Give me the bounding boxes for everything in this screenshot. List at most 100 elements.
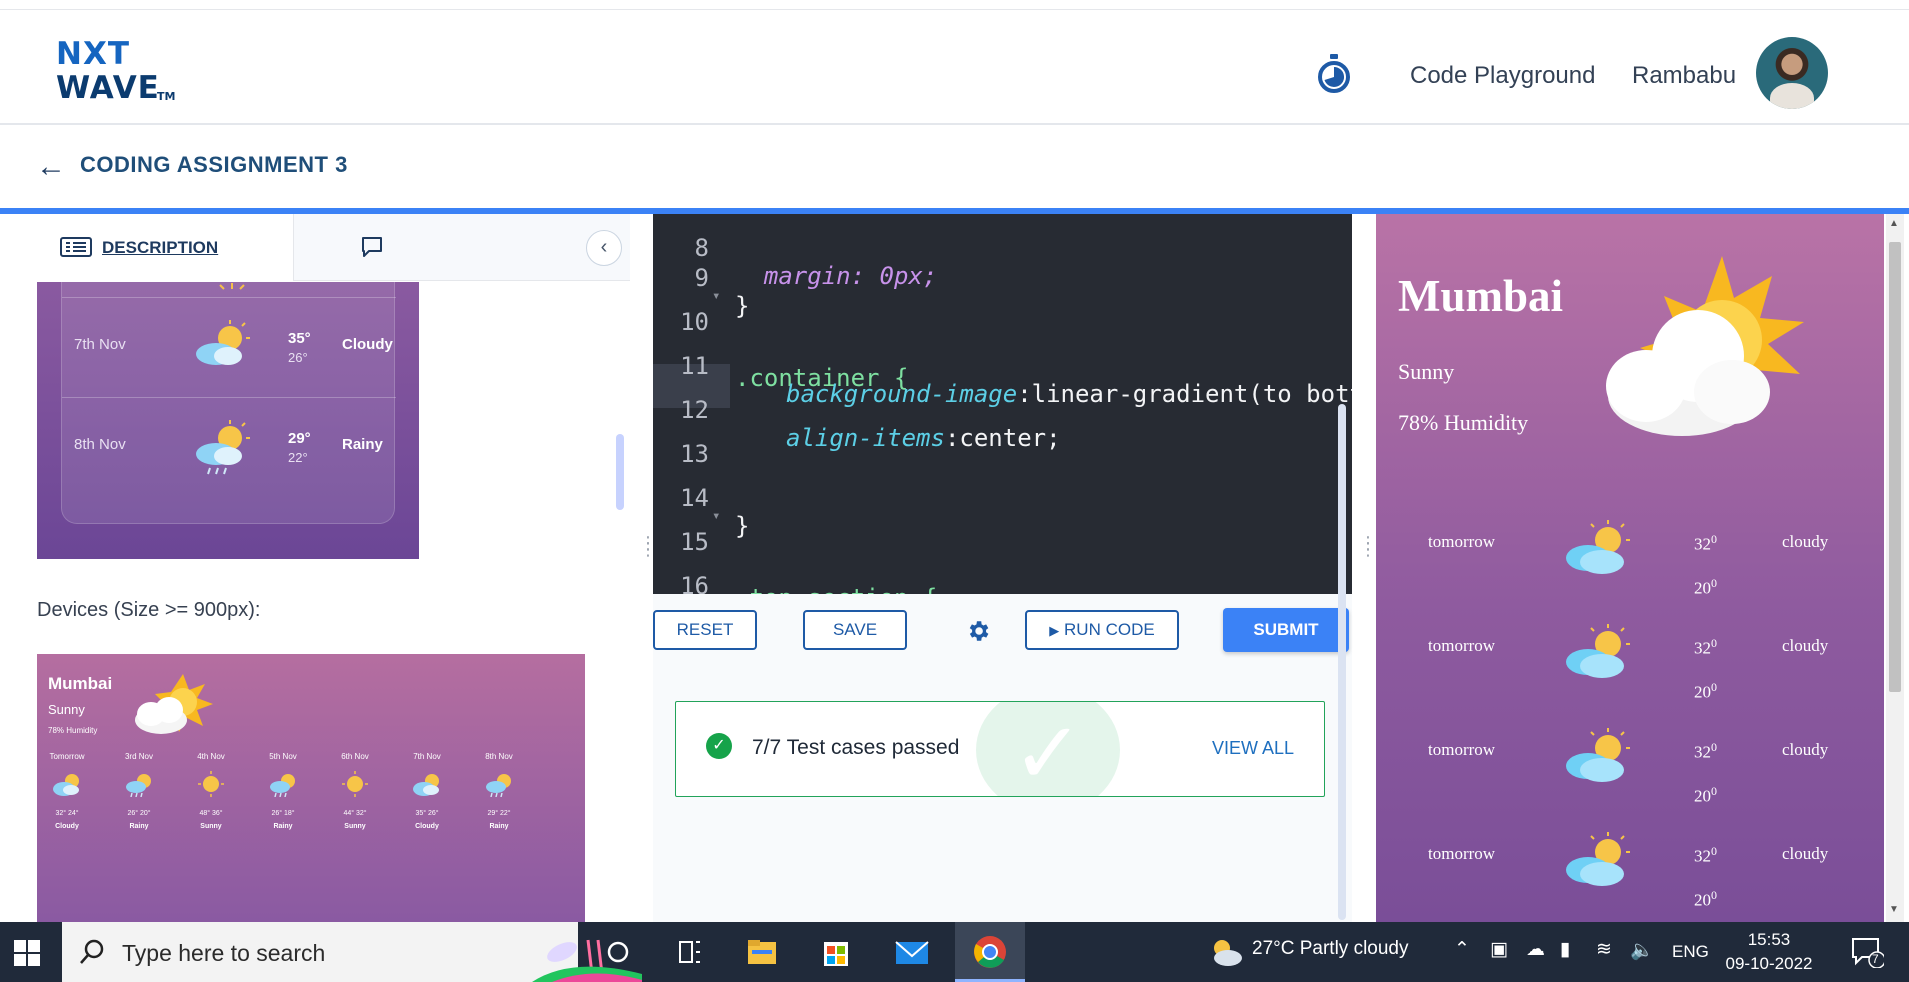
condition: Sunny — [200, 823, 222, 830]
desktop-day-col: 3rd Nov 26° 20° Rainy — [109, 752, 169, 832]
tab-description[interactable]: DESCRIPTION — [0, 214, 294, 281]
mobile-forecast-card: 7th Nov 35° 26° Cloudy 8th Nov 29° 22° R… — [61, 282, 396, 524]
temps: 26° 18° — [271, 810, 295, 817]
day-label: 3rd Nov — [124, 752, 153, 761]
meet-now-icon[interactable]: ▣ — [1490, 938, 1508, 961]
preview-condition: Sunny — [1398, 359, 1455, 384]
day-label: 7th Nov — [74, 336, 126, 353]
tab-discussion[interactable] — [360, 236, 384, 263]
scroll-down-icon[interactable]: ▼ — [1889, 904, 1899, 915]
code-line: 16 color:#ffffff; — [653, 544, 1352, 594]
test-result-text: 7/7 Test cases passed — [752, 736, 960, 759]
output-preview: Mumbai Sunny 78% Humidity tomorrow 320 2… — [1376, 214, 1884, 922]
condition: Cloudy — [342, 336, 393, 353]
rain-icon — [486, 774, 511, 798]
cortana-icon[interactable] — [598, 932, 638, 972]
nxtwave-logo[interactable]: NXT WAVE TM — [56, 36, 176, 106]
desktop-day-col: 5th Nov 26° 18° Rainy — [253, 752, 313, 832]
show-hidden-icons-chevron-icon[interactable]: ⌃ — [1454, 938, 1470, 961]
preview-forecast-row: tomorrow 320 200 cloudy — [1376, 614, 1884, 718]
logo-line2: WAVE — [56, 70, 160, 106]
condition: Rainy — [273, 823, 293, 830]
day-label: tomorrow — [1428, 844, 1496, 863]
mobile-preview-image: 7th Nov 35° 26° Cloudy 8th Nov 29° 22° R… — [37, 282, 419, 559]
taskbar-clock[interactable]: 15:53 09-10-2022 — [1724, 928, 1814, 976]
code-line: 13 — [653, 412, 1352, 468]
partly-cloudy-icon — [196, 320, 250, 365]
low-temp: 26° — [288, 350, 308, 365]
user-name[interactable]: Rambabu — [1632, 62, 1736, 90]
high-temp: 32 — [1694, 846, 1711, 866]
chrome-taskbar-button[interactable] — [955, 922, 1025, 982]
windows-logo-icon — [14, 940, 40, 966]
low-temp: 20 — [1694, 682, 1711, 702]
battery-icon[interactable]: ▮ — [1560, 938, 1570, 961]
weather-widget-text[interactable]: 27°C Partly cloudy — [1252, 938, 1409, 960]
low-temp: 22° — [288, 450, 308, 465]
high-temp: 32 — [1694, 534, 1711, 554]
condition: cloudy — [1782, 740, 1829, 759]
description-scrollbar[interactable] — [616, 434, 624, 510]
gear-icon[interactable] — [965, 618, 991, 644]
code-editor[interactable]: 8 margin: 0px; 9 } 10 ▾ .container { 11 … — [653, 214, 1352, 594]
reset-button[interactable]: RESET — [653, 610, 757, 650]
partly-cloudy-icon — [1566, 624, 1630, 678]
panel-tabs: DESCRIPTION ‹ — [0, 214, 630, 281]
onedrive-icon[interactable]: ☁ — [1526, 938, 1545, 961]
collapse-panel-button[interactable]: ‹ — [586, 230, 622, 266]
run-code-button[interactable]: ▶ RUN CODE — [1025, 610, 1179, 650]
scroll-up-icon[interactable]: ▲ — [1889, 218, 1899, 229]
degree-sup: 0 — [1711, 740, 1717, 754]
submit-button[interactable]: SUBMIT — [1223, 608, 1349, 652]
wifi-icon[interactable]: ≋ — [1596, 938, 1612, 961]
code-playground-link[interactable]: Code Playground — [1410, 62, 1595, 90]
partly-cloudy-icon — [53, 774, 79, 796]
editor-scrollbar[interactable] — [1338, 404, 1346, 920]
view-all-link[interactable]: VIEW ALL — [1212, 738, 1294, 759]
task-view-icon[interactable] — [670, 932, 710, 972]
avatar[interactable] — [1756, 37, 1828, 109]
stopwatch-icon[interactable] — [1316, 54, 1352, 94]
browser-top-strip — [0, 0, 1909, 10]
preview-city: Mumbai — [1398, 271, 1564, 321]
rain-icon — [196, 420, 250, 475]
condition: cloudy — [1782, 532, 1829, 551]
preview-forecast-row: tomorrow 320 200 cloudy — [1376, 718, 1884, 822]
volume-icon[interactable]: 🔈 — [1630, 938, 1654, 962]
back-arrow-icon[interactable]: ← — [36, 150, 66, 184]
sun-cloud-icon — [135, 674, 213, 734]
day-label: 8th Nov — [74, 436, 126, 453]
partly-cloudy-icon — [413, 774, 439, 796]
degree-sup: 0 — [1711, 784, 1717, 798]
day-label: 5th Nov — [269, 752, 297, 761]
day-label: 4th Nov — [197, 752, 225, 761]
search-placeholder: Type here to search — [122, 940, 326, 966]
desktop-humidity: 78% Humidity — [48, 726, 98, 735]
sun-icon — [219, 283, 245, 290]
desktop-day-col: 7th Nov 35° 26° Cloudy — [397, 752, 457, 832]
taskbar-search-box[interactable]: Type here to search — [62, 922, 642, 982]
fold-arrow-icon[interactable]: ▾ — [712, 288, 720, 304]
description-icon — [60, 237, 92, 257]
degree-sup: 0 — [1711, 680, 1717, 694]
comment-icon — [362, 237, 382, 257]
sun-icon — [342, 771, 368, 797]
windows-start-button[interactable] — [0, 922, 58, 982]
app-header: NXT WAVE TM Code Playground Rambabu — [0, 10, 1909, 125]
language-indicator[interactable]: ENG — [1672, 942, 1709, 962]
play-icon: ▶ — [1049, 623, 1060, 638]
editor-controls: RESET SAVE ▶ RUN CODE SUBMIT ✓ ✓ 7/7 Tes… — [653, 594, 1352, 922]
assignment-title: CODING ASSIGNMENT 3 — [80, 152, 348, 177]
check-circle-icon: ✓ — [706, 733, 732, 759]
mail-icon[interactable] — [892, 932, 932, 972]
partly-cloudy-icon — [1566, 520, 1630, 574]
preview-scroll-thumb[interactable] — [1889, 242, 1901, 692]
day-label: tomorrow — [1428, 532, 1496, 551]
devices-label: Devices (Size >= 900px): — [37, 599, 261, 621]
fold-arrow-icon[interactable]: ▾ — [712, 508, 720, 524]
file-explorer-icon[interactable] — [742, 932, 782, 972]
save-button[interactable]: SAVE — [803, 610, 907, 650]
microsoft-store-icon[interactable] — [816, 932, 856, 972]
condition: cloudy — [1782, 636, 1829, 655]
desktop-day-col: 4th Nov 48° 36° Sunny — [181, 752, 241, 832]
